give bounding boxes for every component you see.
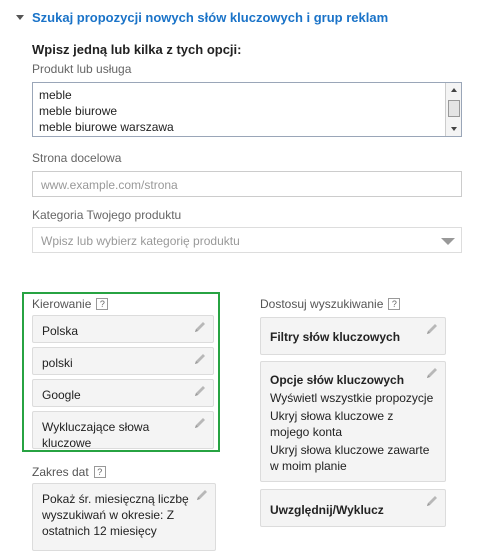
scroll-up-icon[interactable] [451, 88, 457, 92]
pencil-icon[interactable] [193, 352, 207, 366]
targeting-network[interactable]: Google [32, 379, 214, 407]
category-label: Kategoria Twojego produktu [32, 208, 182, 222]
targeting-label-text: Kierowanie [32, 297, 92, 311]
product-listbox[interactable]: meble meble biurowe meble biurowe warsza… [32, 82, 462, 137]
date-range-label-text: Zakres dat [32, 465, 89, 479]
include-exclude-title: Uwzględnij/Wyklucz [270, 503, 384, 517]
targeting-location[interactable]: Polska [32, 315, 214, 343]
section-title[interactable]: Szukaj propozycji nowych słów kluczowych… [32, 10, 388, 25]
keyword-filters-card[interactable]: Filtry słów kluczowych [260, 317, 446, 355]
targeting-location-text: Polska [42, 324, 79, 338]
pencil-icon[interactable] [195, 488, 209, 502]
collapse-triangle-icon[interactable] [16, 15, 24, 20]
dropdown-arrow-icon[interactable] [441, 238, 455, 245]
pencil-icon[interactable] [193, 320, 207, 334]
product-item[interactable]: meble biurowe warszawa [39, 120, 174, 134]
landing-page-input[interactable]: www.example.com/strona [32, 171, 462, 197]
keyword-option: Wyświetl wszystkie propozycje [270, 391, 434, 405]
include-exclude-card[interactable]: Uwzględnij/Wyklucz [260, 489, 446, 527]
scroll-down-icon[interactable] [451, 127, 457, 131]
help-icon[interactable]: ? [93, 466, 106, 478]
keyword-filters-title: Filtry słów kluczowych [270, 330, 401, 344]
help-icon[interactable]: ? [96, 298, 109, 310]
targeting-language-text: polski [42, 356, 73, 370]
date-range-card[interactable]: Pokaż śr. miesięczną liczbę wyszukiwań w… [32, 483, 216, 551]
keyword-options-card[interactable]: Opcje słów kluczowych Wyświetl wszystkie… [260, 361, 446, 482]
product-item[interactable]: meble biurowe [39, 104, 117, 118]
date-range-label: Zakres dat ? [32, 465, 106, 479]
targeting-network-text: Google [42, 388, 81, 402]
date-range-text: Pokaż śr. miesięczną liczbę wyszukiwań w… [42, 492, 189, 538]
category-combobox[interactable]: Wpisz lub wybierz kategorię produktu [32, 227, 462, 253]
pencil-icon[interactable] [193, 416, 207, 430]
landing-label: Strona docelowa [32, 151, 122, 165]
pencil-icon[interactable] [193, 384, 207, 398]
targeting-negative-text: Wykluczające słowa kluczowe [42, 420, 150, 450]
targeting-language[interactable]: polski [32, 347, 214, 375]
keyword-options-title: Opcje słów kluczowych [270, 373, 405, 387]
category-placeholder: Wpisz lub wybierz kategorię produktu [41, 234, 240, 248]
help-icon[interactable]: ? [388, 298, 401, 310]
pencil-icon[interactable] [425, 322, 439, 336]
product-item[interactable]: meble [39, 88, 72, 102]
product-label: Produkt lub usługa [32, 62, 132, 76]
pencil-icon[interactable] [425, 494, 439, 508]
targeting-negative-keywords[interactable]: Wykluczające słowa kluczowe [32, 411, 214, 450]
scroll-thumb[interactable] [448, 100, 460, 117]
customize-label-text: Dostosuj wyszukiwanie [260, 297, 384, 311]
targeting-label: Kierowanie ? [32, 297, 109, 311]
keyword-option: Ukryj słowa kluczowe zawarte w moim plan… [270, 443, 430, 473]
pencil-icon[interactable] [425, 366, 439, 380]
customize-label: Dostosuj wyszukiwanie ? [260, 297, 401, 311]
instruction-text: Wpisz jedną lub kilka z tych opcji: [32, 42, 242, 57]
section-header[interactable]: Szukaj propozycji nowych słów kluczowych… [16, 10, 388, 25]
keyword-option: Ukryj słowa kluczowe z mojego konta [270, 409, 394, 439]
listbox-scrollbar[interactable] [445, 83, 461, 136]
